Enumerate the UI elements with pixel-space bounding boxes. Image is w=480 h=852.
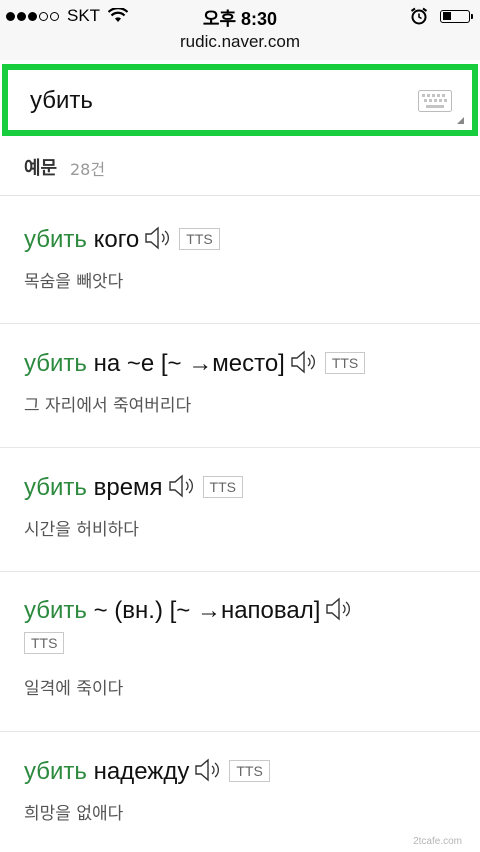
result-count: 28건 — [70, 160, 106, 179]
tts-button[interactable]: TTS — [179, 228, 220, 250]
example-meaning: 그 자리에서 죽여버리다 — [24, 396, 192, 416]
speaker-icon[interactable] — [289, 349, 319, 375]
example-keyword[interactable]: убить — [24, 226, 87, 253]
section-header: 예문 28건 — [0, 144, 480, 196]
example-text: кого — [86, 226, 140, 253]
example-meaning: 목숨을 빼앗다 — [24, 272, 124, 292]
example-phrase: убить ~ (вн.) [~ →наповал] TTS — [24, 572, 456, 656]
browser-top-bar: SKT 오후 8:30 rudic.naver.com — [0, 0, 480, 60]
example-item[interactable]: убить кого TTS 목숨을 빼앗다 — [0, 197, 480, 324]
example-item[interactable]: убить время TTS 시간을 허비하다 — [0, 448, 480, 572]
search-input[interactable] — [30, 84, 410, 118]
clock: 오후 8:30 — [202, 9, 278, 29]
tts-button[interactable]: TTS — [202, 476, 243, 498]
tts-button[interactable]: TTS — [24, 632, 65, 654]
battery-icon — [440, 9, 473, 23]
section-title: 예문 — [24, 158, 58, 179]
keyboard-icon[interactable] — [418, 90, 452, 112]
example-text: ~ (вн.) [~ →наповал] — [86, 597, 321, 624]
example-meaning: 일격에 죽이다 — [24, 679, 124, 699]
example-meaning: 시간을 허비하다 — [24, 520, 139, 540]
url-bar[interactable]: rudic.naver.com — [0, 32, 480, 52]
resize-handle-icon — [457, 117, 464, 124]
example-text: надежду — [86, 758, 190, 785]
speaker-icon[interactable] — [324, 596, 354, 622]
example-meaning: 희망을 없애다 — [24, 804, 124, 824]
example-keyword[interactable]: убить — [24, 350, 87, 377]
watermark: 2tcafe.com — [413, 836, 462, 847]
example-phrase: убить на ~е [~ →место] TTS — [24, 324, 456, 379]
example-item[interactable]: убить ~ (вн.) [~ →наповал] TTS 일격에 죽이다 — [0, 572, 480, 732]
tts-button[interactable]: TTS — [229, 760, 270, 782]
speaker-icon[interactable] — [167, 473, 197, 499]
speaker-icon[interactable] — [143, 225, 173, 251]
alarm-icon — [410, 7, 428, 25]
example-text: время — [86, 474, 163, 501]
example-item[interactable]: убить надежду TTS 희망을 없애다 — [0, 732, 480, 852]
speaker-icon[interactable] — [193, 757, 223, 783]
example-item[interactable]: убить на ~е [~ →место] TTS 그 자리에서 죽여버리다 — [0, 324, 480, 448]
example-phrase: убить надежду TTS — [24, 732, 456, 787]
example-text: на ~е [~ →место] — [86, 350, 285, 377]
example-phrase: убить время TTS — [24, 448, 456, 503]
example-keyword[interactable]: убить — [24, 758, 87, 785]
example-keyword[interactable]: убить — [24, 474, 87, 501]
tts-button[interactable]: TTS — [324, 352, 366, 374]
status-bar: SKT 오후 8:30 — [0, 0, 480, 32]
example-keyword[interactable]: убить — [24, 597, 87, 624]
example-phrase: убить кого TTS — [24, 197, 456, 255]
search-box — [2, 64, 478, 136]
